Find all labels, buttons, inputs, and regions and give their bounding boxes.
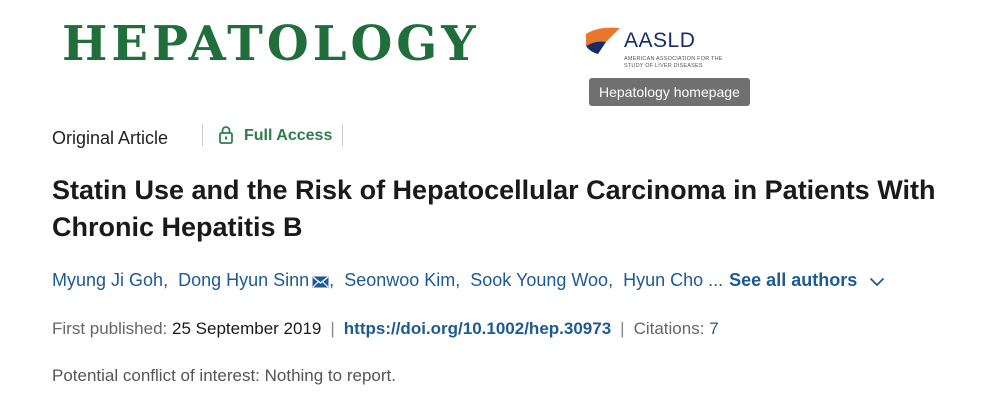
aasld-wordmark: AASLD [624,29,696,52]
first-published-label: First published: [52,319,168,338]
doi-link[interactable]: https://doi.org/10.1002/hep.30973 [344,319,611,338]
envelope-icon[interactable] [312,276,329,288]
divider [202,124,203,146]
lock-open-icon [219,126,233,149]
first-published-date: 25 September 2019 [172,319,322,338]
aasld-subtitle: American Association for the Study of Li… [624,56,723,69]
aasld-mark-icon [586,27,620,54]
see-all-authors-link[interactable]: See all authors [729,270,857,290]
authors-ellipsis: ... [708,270,724,290]
citations-count-link[interactable]: 7 [709,319,718,338]
separator: | [620,319,625,338]
author-link[interactable]: Seonwoo Kim [344,270,455,290]
author-link[interactable]: Dong Hyun Sinn [178,270,309,290]
citations-label: Citations: [633,319,705,338]
author-link[interactable]: Myung Ji Goh [52,270,163,290]
author-link[interactable]: Hyun Cho [623,270,703,290]
aasld-logo[interactable]: AASLD American Association for the Study… [584,20,734,76]
author-list: Myung Ji Goh, Dong Hyun Sinn, Seonwoo Ki… [52,270,885,291]
separator: | [330,319,335,338]
publication-meta: First published: 25 September 2019 | https… [52,319,719,339]
homepage-tooltip: Hepatology homepage [589,78,750,106]
conflict-statement: Potential conflict of interest: Nothing … [52,366,396,385]
full-access-badge: Full Access [244,127,333,144]
chevron-down-icon[interactable] [869,277,885,287]
divider [342,124,343,146]
author-link[interactable]: Sook Young Woo [470,270,608,290]
article-type: Original Article [52,128,169,148]
journal-title[interactable]: HEPATOLOGY [62,20,480,68]
article-title: Statin Use and the Risk of Hepatocellula… [52,175,936,242]
